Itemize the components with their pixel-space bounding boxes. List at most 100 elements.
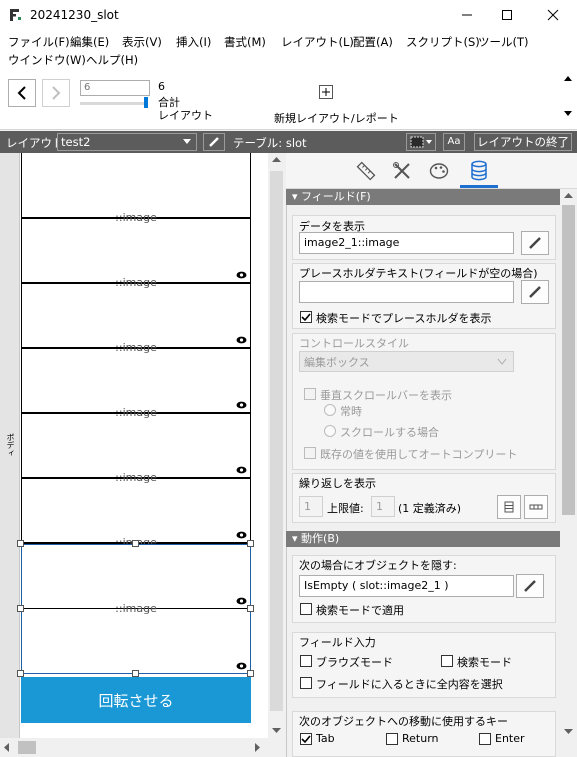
resize-handle[interactable] [132,670,139,677]
image-field-label[interactable]: ::image [22,406,250,419]
repetition-start-input[interactable]: 1 [299,496,323,517]
find-mode-checkbox[interactable] [441,655,453,667]
caret-up-icon[interactable] [563,74,573,82]
ruler-icon[interactable] [356,161,376,181]
image-field-label[interactable]: ::image [22,602,250,615]
repetition-max-input[interactable]: 1 [371,496,395,517]
image-field-label[interactable]: ::image [22,276,250,289]
dropdown-arrow-icon [183,139,191,144]
edit-layout-button[interactable] [203,133,225,151]
resize-handle[interactable] [132,540,139,547]
return-key-label: Return [402,732,439,745]
record-count: 6 [158,80,165,93]
body-part-label-strip[interactable]: ボディ [0,153,20,738]
database-icon[interactable] [469,160,489,182]
horizontal-repetition-button[interactable] [524,495,548,519]
menu-view[interactable]: 表示(V) [122,34,162,50]
new-layout-button[interactable] [319,85,333,99]
menu-layout[interactable]: レイアウト(L) [281,34,354,50]
browse-mode-checkbox[interactable] [300,655,312,667]
field-section-header[interactable]: ▾ フィールド(F) [286,189,560,205]
apply-in-find-checkbox[interactable] [300,603,312,615]
scroll-right-icon [255,743,260,752]
theme-button[interactable] [406,133,436,151]
control-style-select[interactable]: 編集ボックス [299,351,514,372]
fonts-button[interactable]: Aa [443,133,465,151]
enter-key-checkbox[interactable] [479,733,491,745]
plus-icon [322,88,330,96]
new-layout-label[interactable]: 新規レイアウト/レポート [274,110,399,126]
hide-object-edit-button[interactable] [516,574,544,598]
menu-file[interactable]: ファイル(F) [8,34,70,50]
previous-record-button[interactable] [8,79,36,107]
selected-image-field[interactable]: ::image [21,544,251,674]
placeholder-find-checkbox[interactable] [300,311,312,323]
layout-select-value: test2 [61,135,91,149]
exit-layout-button[interactable]: レイアウトの終了 [474,133,572,151]
menu-edit[interactable]: 編集(E) [70,34,109,50]
record-slider[interactable] [80,102,148,105]
hide-object-calc-field[interactable]: IsEmpty ( slot::image2_1 ) [299,575,514,597]
return-key-checkbox[interactable] [386,733,398,745]
maximize-icon [502,10,512,20]
record-number-input[interactable]: 6 [80,80,150,96]
behavior-section-header[interactable]: ▾ 動作(B) [286,531,560,547]
menu-insert[interactable]: 挿入(I) [176,34,211,50]
next-record-button[interactable] [42,79,70,107]
tab-key-checkbox[interactable] [300,733,312,745]
close-button[interactable] [531,0,575,30]
when-scrolling-radio[interactable] [324,425,336,437]
resize-handle[interactable] [247,605,254,612]
resize-handle[interactable] [247,540,254,547]
eye-icon [236,336,247,344]
checkmark-icon [301,735,311,744]
display-data-field[interactable]: image2_1::image [299,232,514,254]
resize-handle[interactable] [17,670,24,677]
placeholder-edit-button[interactable] [521,280,549,304]
placeholder-input[interactable] [299,281,514,303]
maximize-button[interactable] [485,0,529,30]
select-all-checkbox[interactable] [300,677,312,689]
canvas-hscroll-thumb[interactable] [18,741,36,754]
always-radio[interactable] [324,404,336,416]
resize-handle[interactable] [247,670,254,677]
vertical-repetition-button[interactable] [497,495,521,519]
menu-tools[interactable]: ツール(T) [478,34,529,50]
minimize-button[interactable] [445,0,489,30]
layout-body: ::image ::image ::image ::image ::image … [21,153,251,549]
always-label: 常時 [340,405,362,418]
scroll-down-icon [564,729,573,734]
menu-scripts[interactable]: スクリプト(S) [406,34,480,50]
autocomplete-checkbox[interactable] [304,447,316,459]
canvas-vertical-scrollbar[interactable] [268,153,285,738]
chevron-left-icon [17,86,26,100]
palette-icon[interactable] [429,161,449,181]
inspector-scroll-thumb[interactable] [562,205,575,515]
menu-arrange[interactable]: 配置(A) [353,34,393,50]
layout-select[interactable]: test2 [57,133,197,151]
display-data-edit-button[interactable] [521,231,549,255]
record-slider-thumb[interactable] [144,97,148,108]
menu-format[interactable]: 書式(M) [224,34,266,50]
tools-icon[interactable] [392,161,412,181]
menu-bar: ファイル(F) 編集(E) 表示(V) 挿入(I) 書式(M) レイアウト(L)… [0,30,577,67]
rotate-button[interactable]: 回転させる [21,677,251,723]
canvas-scroll-thumb[interactable] [270,171,283,711]
resize-handle[interactable] [17,605,24,612]
pencil-icon [209,137,219,147]
image-field-label[interactable]: ::image [22,211,250,224]
pencil-icon [524,580,536,592]
vscroll-checkbox[interactable] [304,388,316,400]
canvas-horizontal-scrollbar[interactable] [0,738,285,757]
scroll-left-icon [4,743,9,752]
vscroll-label: 垂直スクロールバーを表示 [320,389,452,402]
image-field-label[interactable]: ::image [22,471,250,484]
resize-handle[interactable] [17,540,24,547]
control-style-value: 編集ボックス [304,355,370,369]
apply-in-find-label: 検索モードで適用 [316,604,404,617]
caret-down-icon[interactable] [563,110,573,118]
vertical-orientation-icon [504,501,514,513]
inspector-tabs [286,153,577,189]
image-field-label[interactable]: ::image [22,341,250,354]
eye-icon [236,401,247,409]
